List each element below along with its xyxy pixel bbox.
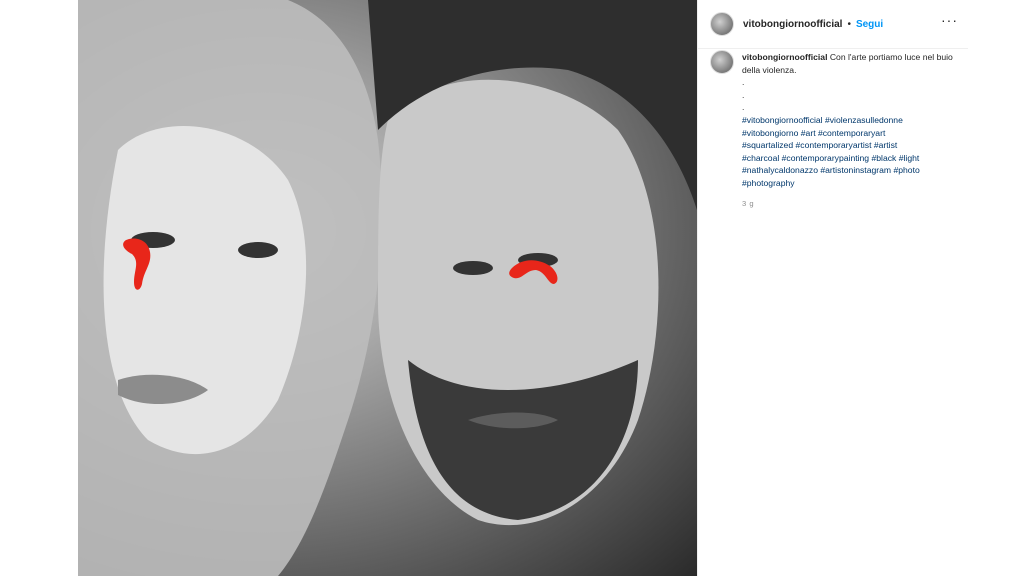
caption-dot-1: . [742,77,745,88]
hashtag-link[interactable]: #contemporaryart [818,128,885,138]
author-username[interactable]: vitobongiornoofficial [743,19,842,30]
follow-button[interactable]: Segui [856,19,883,30]
caption-dot-2: . [742,89,745,100]
post-timestamp[interactable]: 3 g [742,198,970,211]
more-options-icon[interactable]: ··· [941,12,958,28]
caption-avatar[interactable] [710,50,734,74]
post-image[interactable] [78,0,697,576]
hashtag-link[interactable]: #photo [893,165,919,175]
hashtag-link[interactable]: #black [871,153,896,163]
hashtag-link[interactable]: #contemporarypainting [782,153,869,163]
caption-dot-3: . [742,102,745,113]
hashtag-link[interactable]: #charcoal [742,153,779,163]
hashtag-link[interactable]: #photography [742,178,795,188]
hashtag-link[interactable]: #squartalized [742,140,793,150]
author-avatar[interactable] [710,12,734,36]
hashtag-link[interactable]: #light [899,153,920,163]
hashtag-list: #vitobongiornoofficial #violenzasulledon… [742,114,970,190]
post-side-panel: vitobongiornoofficial • Segui ··· vitobo… [697,0,968,576]
hashtag-link[interactable]: #contemporaryartist [796,140,872,150]
hashtag-link[interactable]: #violenzasulledonne [825,115,903,125]
hashtag-link[interactable]: #nathalycaldonazzo [742,165,818,175]
post-header: vitobongiornoofficial • Segui ··· [698,0,968,49]
hashtag-link[interactable]: #artist [874,140,897,150]
caption-username[interactable]: vitobongiornoofficial [742,52,827,62]
hashtag-link[interactable]: #art [801,128,816,138]
post-photo-art [78,0,697,576]
separator-dot: • [847,18,851,30]
hashtag-link[interactable]: #vitobongiornoofficial [742,115,823,125]
hashtag-link[interactable]: #vitobongiorno [742,128,798,138]
hashtag-link[interactable]: #artistoninstagram [820,165,891,175]
caption-text: vitobongiornoofficial Con l'arte portiam… [742,51,970,76]
